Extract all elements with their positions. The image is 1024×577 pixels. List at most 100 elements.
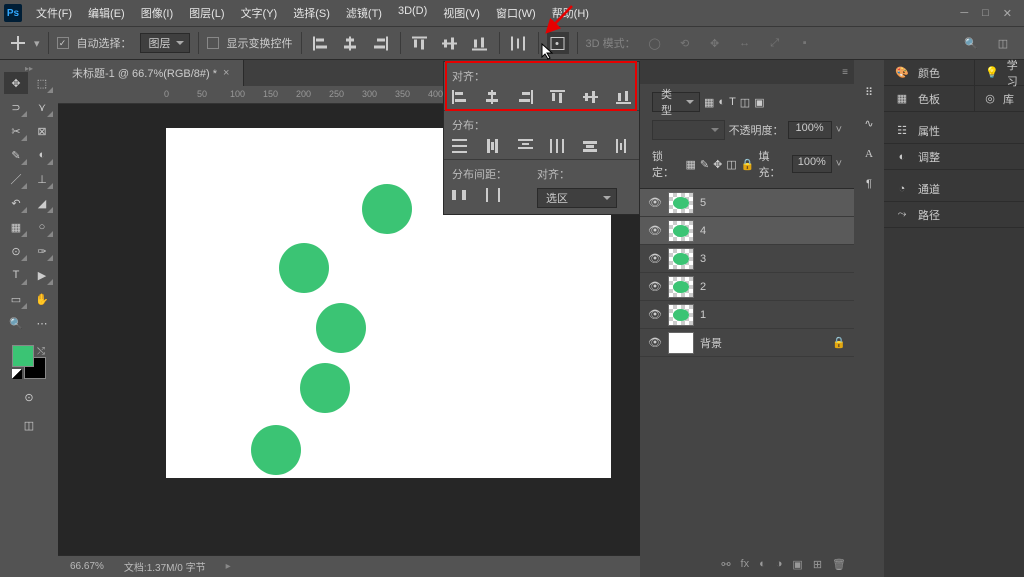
- popup-align-top-icon[interactable]: [550, 90, 565, 104]
- lock-all-icon[interactable]: 🔒: [741, 158, 755, 171]
- layer-row[interactable]: 👁2: [640, 273, 854, 301]
- opacity-input[interactable]: 100%: [788, 121, 832, 139]
- visibility-icon[interactable]: 👁: [648, 308, 662, 321]
- shape-circle-3[interactable]: [316, 303, 366, 353]
- brushes-icon[interactable]: ∿: [864, 117, 873, 130]
- layer-name[interactable]: 背景: [700, 335, 722, 351]
- frame-tool[interactable]: ⊠: [30, 120, 54, 142]
- zoom-tool[interactable]: 🔍: [4, 312, 28, 334]
- eyedropper-tool[interactable]: ✎: [4, 144, 28, 166]
- brush-settings-icon[interactable]: ⠿: [865, 86, 873, 99]
- move-tool[interactable]: ✥: [4, 72, 28, 94]
- layer-fx-icon[interactable]: fx: [741, 558, 750, 570]
- path-select-tool[interactable]: ▶: [30, 264, 54, 286]
- menu-help[interactable]: 帮助(H): [546, 1, 595, 25]
- shape-tool[interactable]: ▭: [4, 288, 28, 310]
- gradient-tool[interactable]: ▦: [4, 216, 28, 238]
- layer-row[interactable]: 👁3: [640, 245, 854, 273]
- popup-dist-hcenter-icon[interactable]: [583, 139, 598, 153]
- blend-mode-dropdown[interactable]: [652, 120, 725, 140]
- paragraph-panel-icon[interactable]: ¶: [866, 178, 872, 190]
- layer-name[interactable]: 4: [700, 225, 706, 237]
- paths-panel-button[interactable]: ⤳路径: [884, 202, 1024, 228]
- popup-spacing-v-icon[interactable]: [486, 188, 501, 202]
- default-colors-icon[interactable]: [12, 369, 22, 379]
- brush-tool[interactable]: ／: [4, 168, 28, 190]
- learn-panel-button[interactable]: 💡学习: [975, 60, 1024, 86]
- adjustment-layer-icon[interactable]: ◑: [776, 558, 783, 570]
- align-hcenter-icon[interactable]: [340, 32, 362, 54]
- lasso-tool[interactable]: ⊃: [4, 96, 28, 118]
- menu-window[interactable]: 窗口(W): [490, 1, 542, 25]
- popup-dist-left-icon[interactable]: [550, 139, 565, 153]
- swap-colors-icon[interactable]: ⤭: [37, 346, 45, 357]
- layer-name[interactable]: 3: [700, 253, 706, 265]
- crop-tool[interactable]: ✂: [4, 120, 28, 142]
- lock-transparency-icon[interactable]: ▦: [686, 158, 696, 171]
- layer-row[interactable]: 👁4: [640, 217, 854, 245]
- fill-input[interactable]: 100%: [792, 155, 832, 173]
- auto-select-checkbox[interactable]: [57, 37, 69, 49]
- align-vcenter-icon[interactable]: [439, 32, 461, 54]
- layer-filter-dropdown[interactable]: 类型: [652, 92, 700, 112]
- popup-spacing-h-icon[interactable]: [452, 188, 467, 202]
- shape-circle-2[interactable]: [300, 363, 350, 413]
- popup-dist-bottom-icon[interactable]: [518, 139, 533, 153]
- stamp-tool[interactable]: ⊥: [30, 168, 54, 190]
- eraser-tool[interactable]: ◢: [30, 192, 54, 214]
- adjustments-panel-button[interactable]: ◐调整: [884, 144, 1024, 170]
- visibility-icon[interactable]: 👁: [648, 280, 662, 293]
- color-swatches[interactable]: ⤭: [11, 344, 47, 380]
- visibility-icon[interactable]: 👁: [648, 224, 662, 237]
- menu-image[interactable]: 图像(I): [135, 1, 179, 25]
- quick-select-tool[interactable]: ⋎: [30, 96, 54, 118]
- filter-smart-icon[interactable]: ▣: [754, 96, 764, 109]
- type-tool[interactable]: T: [4, 264, 28, 286]
- new-layer-icon[interactable]: ⊞: [813, 558, 822, 571]
- layer-name[interactable]: 5: [700, 197, 706, 209]
- blur-tool[interactable]: ○: [30, 216, 54, 238]
- popup-align-bottom-icon[interactable]: [616, 90, 631, 104]
- show-transform-checkbox[interactable]: [207, 37, 219, 49]
- more-align-button[interactable]: [547, 32, 569, 54]
- foreground-color[interactable]: [12, 345, 34, 367]
- workspace-icon[interactable]: ◫: [992, 32, 1014, 54]
- popup-align-hcenter-icon[interactable]: [485, 90, 500, 104]
- filter-shape-icon[interactable]: ◫: [740, 96, 750, 109]
- layer-row[interactable]: 👁5: [640, 189, 854, 217]
- layer-name[interactable]: 2: [700, 281, 706, 293]
- link-layers-icon[interactable]: ⚯: [721, 558, 730, 571]
- popup-align-right-icon[interactable]: [518, 90, 533, 104]
- color-panel-button[interactable]: 🎨颜色: [884, 60, 974, 86]
- visibility-icon[interactable]: 👁: [648, 196, 662, 209]
- character-panel-icon[interactable]: A: [865, 148, 873, 160]
- align-bottom-icon[interactable]: [469, 32, 491, 54]
- close-tab-icon[interactable]: ×: [223, 67, 229, 79]
- visibility-icon[interactable]: 👁: [648, 252, 662, 265]
- shape-circle-1[interactable]: [251, 425, 301, 475]
- align-right-icon[interactable]: [370, 32, 392, 54]
- shape-circle-5[interactable]: [362, 184, 412, 234]
- menu-file[interactable]: 文件(F): [30, 1, 78, 25]
- popup-dist-right-icon[interactable]: [616, 139, 631, 153]
- shape-circle-4[interactable]: [279, 243, 329, 293]
- visibility-icon[interactable]: 👁: [648, 336, 662, 349]
- delete-layer-icon[interactable]: 🗑: [832, 558, 846, 571]
- history-brush-tool[interactable]: ↶: [4, 192, 28, 214]
- popup-dist-vcenter-icon[interactable]: [485, 139, 500, 153]
- swatches-panel-button[interactable]: ▦色板: [884, 86, 974, 112]
- panel-menu-icon[interactable]: ≡: [842, 67, 848, 78]
- screenmode-icon[interactable]: ◫: [17, 414, 41, 436]
- align-top-icon[interactable]: [409, 32, 431, 54]
- doc-info-display[interactable]: 文档:1.37M/0 字节: [124, 559, 206, 574]
- lock-artboard-icon[interactable]: ◫: [726, 158, 736, 171]
- edit-toolbar[interactable]: ⋯: [30, 312, 54, 334]
- filter-type-icon[interactable]: T: [729, 96, 736, 108]
- maximize-button[interactable]: □: [982, 7, 989, 20]
- healing-tool[interactable]: ◐: [30, 144, 54, 166]
- menu-view[interactable]: 视图(V): [437, 1, 486, 25]
- marquee-tool[interactable]: ⬚: [30, 72, 54, 94]
- group-icon[interactable]: ▣: [792, 558, 802, 571]
- align-left-icon[interactable]: [310, 32, 332, 54]
- close-button[interactable]: ✕: [1003, 7, 1012, 20]
